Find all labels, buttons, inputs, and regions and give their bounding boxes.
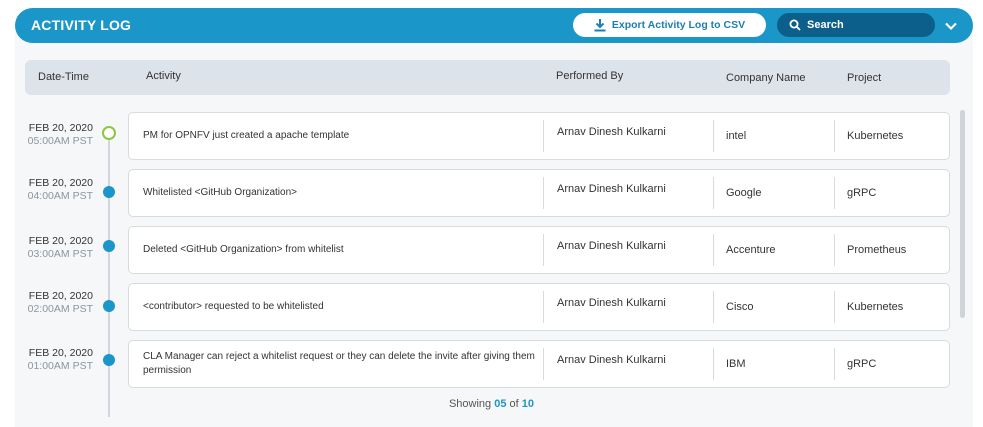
table-row[interactable]: Whitelisted <GitHub Organization> Arnav …: [128, 169, 950, 217]
column-divider: [543, 120, 544, 152]
timeline-marker-current: [102, 126, 116, 140]
row-project: Prometheus: [847, 244, 907, 256]
row-project: gRPC: [847, 358, 877, 370]
row-company: intel: [726, 130, 747, 142]
row-company: IBM: [726, 358, 746, 370]
row-date: FEB 20, 2020: [28, 347, 93, 359]
column-divider: [713, 348, 714, 380]
row-datetime: FEB 20, 2020 03:00AM PST: [20, 235, 93, 261]
column-divider: [834, 120, 835, 152]
row-performed-by: Arnav Dinesh Kulkarni: [557, 240, 666, 252]
scrollbar[interactable]: [960, 110, 965, 318]
column-divider: [834, 348, 835, 380]
column-divider: [713, 291, 714, 323]
pager-prefix: Showing: [448, 398, 492, 410]
row-time: 05:00AM PST: [27, 135, 93, 147]
pager-total-count: 10: [521, 398, 535, 410]
row-activity: PM for OPNFV just created a apache templ…: [143, 130, 350, 141]
pager-shown-count: 05: [494, 398, 507, 410]
timeline-marker: [103, 240, 115, 252]
table-header: Date-Time Activity Performed By Company …: [25, 60, 950, 95]
row-date: FEB 20, 2020: [28, 122, 93, 134]
timeline-marker: [103, 300, 115, 312]
column-divider: [543, 348, 544, 380]
row-activity: Deleted <GitHub Organization> from white…: [143, 244, 344, 255]
row-performed-by: Arnav Dinesh Kulkarni: [557, 183, 666, 195]
column-divider: [834, 177, 835, 209]
pagination-summary: Showing 05 of 10: [0, 398, 983, 410]
table-row[interactable]: Deleted <GitHub Organization> from white…: [128, 226, 950, 274]
row-project: Kubernetes: [847, 301, 904, 313]
row-company: Accenture: [726, 244, 776, 256]
column-header-project: Project: [847, 72, 882, 84]
export-csv-label: Export Activity Log to CSV: [611, 19, 746, 31]
export-csv-button[interactable]: Export Activity Log to CSV: [573, 13, 766, 37]
row-date: FEB 20, 2020: [28, 290, 93, 302]
column-divider: [543, 177, 544, 209]
chevron-down-icon[interactable]: [943, 18, 959, 34]
column-divider: [834, 291, 835, 323]
column-header-company-name: Company Name: [726, 72, 806, 84]
row-project: Kubernetes: [847, 130, 904, 142]
row-time: 04:00AM PST: [27, 190, 93, 202]
row-date: FEB 20, 2020: [28, 235, 93, 247]
column-header-activity: Activity: [146, 70, 181, 82]
row-project: gRPC: [847, 187, 877, 199]
row-datetime: FEB 20, 2020 01:00AM PST: [20, 347, 93, 373]
column-divider: [834, 234, 835, 266]
row-company: Cisco: [726, 301, 754, 313]
column-divider: [543, 234, 544, 266]
page-title: ACTIVITY LOG: [31, 17, 132, 33]
timeline-marker: [103, 186, 115, 198]
search-box[interactable]: [777, 13, 935, 37]
row-datetime: FEB 20, 2020 04:00AM PST: [20, 177, 93, 203]
column-header-performed-by: Performed By: [556, 70, 624, 82]
table-row[interactable]: PM for OPNFV just created a apache templ…: [128, 112, 950, 160]
row-date: FEB 20, 2020: [28, 177, 93, 189]
row-activity: <contributor> requested to be whiteliste…: [143, 301, 324, 312]
pager-of: of: [509, 398, 519, 410]
column-divider: [543, 291, 544, 323]
activity-log-header: ACTIVITY LOG Export Activity Log to CSV: [15, 8, 973, 43]
row-time: 01:00AM PST: [27, 360, 93, 372]
column-divider: [713, 120, 714, 152]
search-icon: [789, 19, 801, 31]
column-divider: [713, 177, 714, 209]
row-datetime: FEB 20, 2020 02:00AM PST: [20, 290, 93, 316]
column-divider: [713, 234, 714, 266]
download-icon: [594, 18, 606, 31]
row-performed-by: Arnav Dinesh Kulkarni: [557, 126, 666, 138]
row-performed-by: Arnav Dinesh Kulkarni: [557, 354, 666, 366]
search-input[interactable]: [807, 19, 927, 31]
table-row[interactable]: <contributor> requested to be whiteliste…: [128, 283, 950, 331]
row-datetime: FEB 20, 2020 05:00AM PST: [20, 122, 93, 148]
row-time: 02:00AM PST: [27, 303, 93, 315]
timeline-line: [108, 130, 110, 417]
row-company: Google: [726, 187, 762, 199]
timeline-marker: [103, 354, 115, 366]
column-header-date-time: Date-Time: [38, 71, 89, 83]
row-activity: CLA Manager can reject a whitelist reque…: [143, 351, 535, 376]
row-performed-by: Arnav Dinesh Kulkarni: [557, 297, 666, 309]
table-row[interactable]: CLA Manager can reject a whitelist reque…: [128, 340, 950, 388]
row-time: 03:00AM PST: [27, 248, 93, 260]
row-activity: Whitelisted <GitHub Organization>: [143, 187, 297, 198]
